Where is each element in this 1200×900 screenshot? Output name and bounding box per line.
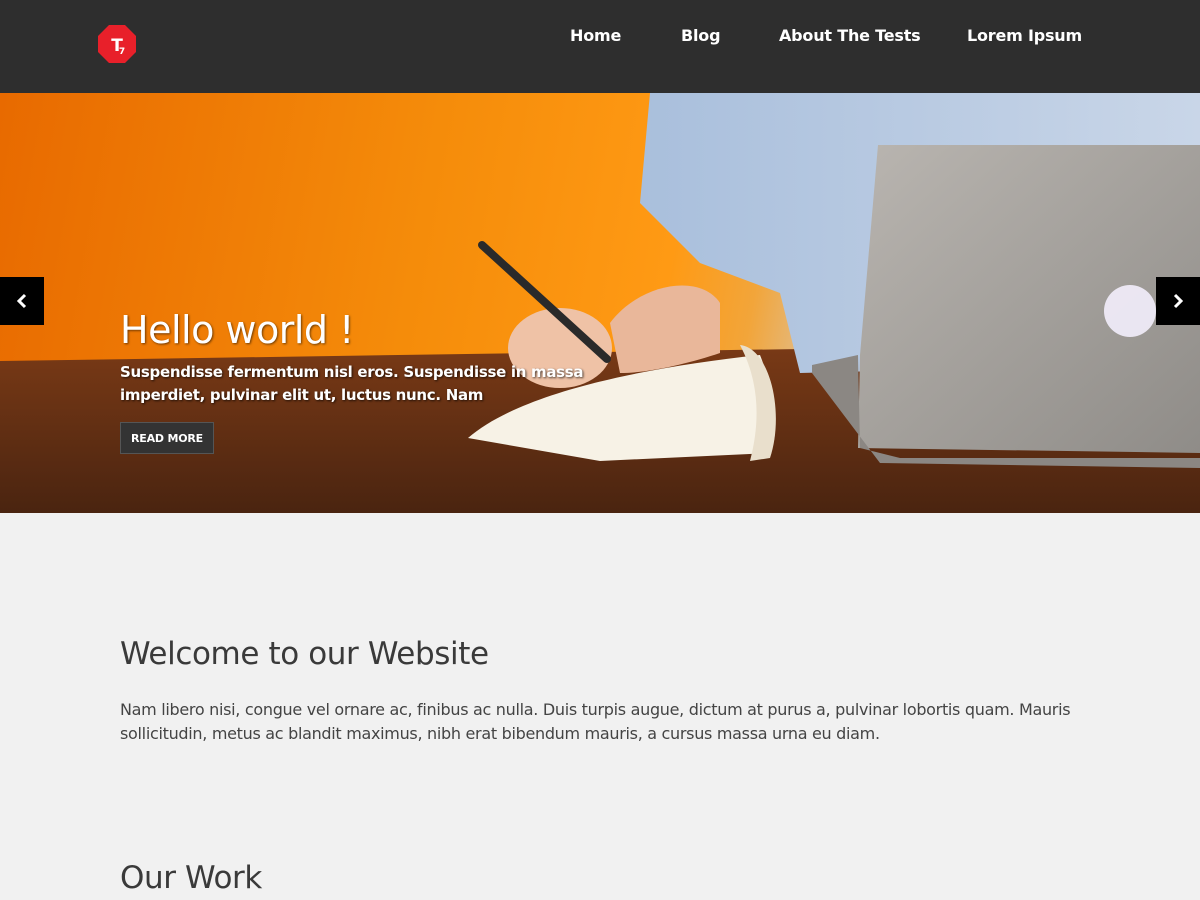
hero-title: Hello world ! (120, 308, 354, 352)
welcome-text: Nam libero nisi, congue vel ornare ac, f… (120, 700, 1071, 743)
chevron-right-icon (1173, 293, 1184, 309)
hero-slider: Hello world ! Suspendisse fermentum nisl… (0, 93, 1200, 513)
slider-next-button[interactable] (1156, 277, 1200, 325)
hero-caption: Hello world ! Suspendisse fermentum nisl… (120, 307, 590, 454)
chevron-left-icon (16, 293, 27, 309)
slider-prev-button[interactable] (0, 277, 44, 325)
hero-text: Suspendisse fermentum nisl eros. Suspend… (120, 363, 584, 404)
welcome-title: Welcome to our Website (120, 636, 489, 672)
nav-item-about-the-tests[interactable]: About The Tests (779, 26, 921, 45)
main-nav: Home Blog About The Tests Lorem Ipsum (0, 26, 1200, 50)
our-work-title: Our Work (120, 860, 262, 896)
nav-item-lorem-ipsum[interactable]: Lorem Ipsum (967, 26, 1082, 45)
read-more-button[interactable]: READ MORE (120, 422, 214, 454)
nav-item-home[interactable]: Home (570, 26, 621, 45)
nav-item-blog[interactable]: Blog (681, 26, 721, 45)
site-header: T 7 Home Blog About The Tests Lorem Ipsu… (0, 0, 1200, 93)
